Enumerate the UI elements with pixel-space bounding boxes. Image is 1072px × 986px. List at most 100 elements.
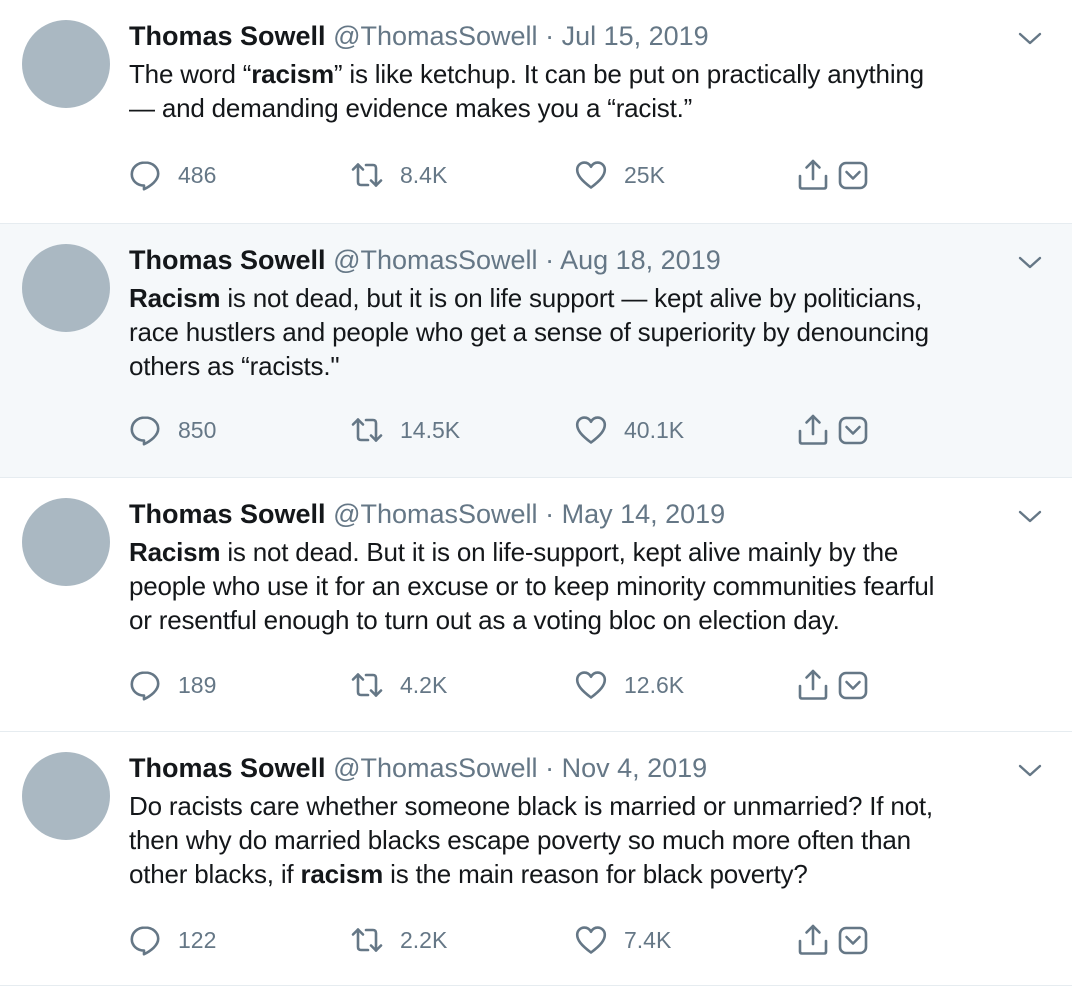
like-count: 7.4K <box>624 926 672 953</box>
share-button[interactable] <box>796 923 830 957</box>
more-options-button[interactable] <box>836 923 870 957</box>
tweet-actions: 122 2.2K 7.4K <box>128 923 1028 957</box>
like-button[interactable]: 40.1K <box>574 413 684 447</box>
author-handle[interactable]: @ThomasSowell <box>333 245 537 275</box>
like-count: 25K <box>624 161 665 188</box>
bold-keyword: racism <box>251 59 334 89</box>
chevron-down-icon[interactable] <box>1016 506 1044 526</box>
like-button[interactable]: 12.6K <box>574 668 684 702</box>
share-icon <box>796 413 830 447</box>
tweet[interactable]: Thomas Sowell @ThomasSowell · May 14, 20… <box>0 478 1072 732</box>
author-handle[interactable]: @ThomasSowell <box>333 499 537 529</box>
tweet-header: Thomas Sowell @ThomasSowell · Jul 15, 20… <box>129 19 709 53</box>
retweet-count: 8.4K <box>400 161 448 188</box>
caret-down-icon <box>836 668 870 702</box>
text-segment: is not dead. But it is on life-support, … <box>129 537 935 635</box>
tweet-header: Thomas Sowell @ThomasSowell · May 14, 20… <box>129 497 725 531</box>
avatar[interactable] <box>22 498 110 586</box>
caret-down-icon <box>836 923 870 957</box>
retweet-icon <box>350 923 384 957</box>
retweet-count: 14.5K <box>400 416 461 443</box>
tweet-date[interactable]: May 14, 2019 <box>562 499 726 529</box>
reply-icon <box>128 413 162 447</box>
avatar[interactable] <box>22 20 110 108</box>
chevron-down-icon[interactable] <box>1016 252 1044 272</box>
reply-count: 850 <box>178 416 217 443</box>
like-button[interactable]: 25K <box>574 158 665 192</box>
tweet-date[interactable]: Jul 15, 2019 <box>562 21 709 51</box>
tweet[interactable]: Thomas Sowell @ThomasSowell · Nov 4, 201… <box>0 732 1072 986</box>
caret-down-icon <box>836 158 870 192</box>
caret-down-icon <box>836 413 870 447</box>
tweet-text: The word “racism” is like ketchup. It ca… <box>129 57 1049 125</box>
heart-icon <box>574 668 608 702</box>
tweet-text: Racism is not dead. But it is on life-su… <box>129 535 1049 637</box>
share-icon <box>796 668 830 702</box>
tweet-actions: 850 14.5K 40.1K <box>128 413 1028 447</box>
retweet-count: 2.2K <box>400 926 448 953</box>
heart-icon <box>574 413 608 447</box>
separator-dot: · <box>545 245 555 275</box>
tweet-text: Do racists care whether someone black is… <box>129 789 1049 891</box>
reply-button[interactable]: 850 <box>128 413 216 447</box>
share-icon <box>796 923 830 957</box>
retweet-button[interactable]: 8.4K <box>350 158 447 192</box>
retweet-button[interactable]: 14.5K <box>350 413 460 447</box>
retweet-icon <box>350 668 384 702</box>
tweet[interactable]: Thomas Sowell @ThomasSowell · Jul 15, 20… <box>0 0 1072 224</box>
author-name[interactable]: Thomas Sowell <box>129 753 326 783</box>
reply-count: 122 <box>178 926 217 953</box>
heart-icon <box>574 923 608 957</box>
retweet-button[interactable]: 2.2K <box>350 923 447 957</box>
tweet-date[interactable]: Nov 4, 2019 <box>562 753 708 783</box>
tweet-date[interactable]: Aug 18, 2019 <box>560 245 721 275</box>
retweet-count: 4.2K <box>400 671 448 698</box>
like-count: 40.1K <box>624 416 685 443</box>
author-handle[interactable]: @ThomasSowell <box>333 21 537 51</box>
share-button[interactable] <box>796 413 830 447</box>
heart-icon <box>574 158 608 192</box>
chevron-down-icon[interactable] <box>1016 760 1044 780</box>
retweet-icon <box>350 158 384 192</box>
tweet[interactable]: Thomas Sowell @ThomasSowell · Aug 18, 20… <box>0 224 1072 478</box>
text-segment: The word “ <box>129 59 252 89</box>
tweet-feed: Thomas Sowell @ThomasSowell · Jul 15, 20… <box>0 0 1072 986</box>
more-options-button[interactable] <box>836 158 870 192</box>
avatar[interactable] <box>22 752 110 840</box>
share-icon <box>796 158 830 192</box>
bold-keyword: Racism <box>129 283 221 313</box>
tweet-header: Thomas Sowell @ThomasSowell · Aug 18, 20… <box>129 243 721 277</box>
avatar[interactable] <box>22 244 110 332</box>
reply-count: 486 <box>178 161 217 188</box>
reply-button[interactable]: 486 <box>128 158 216 192</box>
tweet-actions: 486 8.4K 25K <box>128 158 1028 192</box>
reply-button[interactable]: 122 <box>128 923 216 957</box>
share-button[interactable] <box>796 668 830 702</box>
reply-icon <box>128 923 162 957</box>
author-handle[interactable]: @ThomasSowell <box>333 753 537 783</box>
author-name[interactable]: Thomas Sowell <box>129 499 326 529</box>
retweet-icon <box>350 413 384 447</box>
like-button[interactable]: 7.4K <box>574 923 671 957</box>
more-options-button[interactable] <box>836 668 870 702</box>
like-count: 12.6K <box>624 671 685 698</box>
reply-count: 189 <box>178 671 217 698</box>
separator-dot: · <box>545 499 555 529</box>
tweet-header: Thomas Sowell @ThomasSowell · Nov 4, 201… <box>129 751 707 785</box>
tweet-actions: 189 4.2K 12.6K <box>128 668 1028 702</box>
separator-dot: · <box>545 753 555 783</box>
chevron-down-icon[interactable] <box>1016 28 1044 48</box>
reply-button[interactable]: 189 <box>128 668 216 702</box>
tweet-text: Racism is not dead, but it is on life su… <box>129 281 1049 383</box>
more-options-button[interactable] <box>836 413 870 447</box>
reply-icon <box>128 158 162 192</box>
bold-keyword: racism <box>300 859 384 889</box>
share-button[interactable] <box>796 158 830 192</box>
text-segment: is the main reason for black poverty? <box>383 859 808 889</box>
separator-dot: · <box>545 21 555 51</box>
author-name[interactable]: Thomas Sowell <box>129 21 326 51</box>
retweet-button[interactable]: 4.2K <box>350 668 447 702</box>
text-segment: is not dead, but it is on life support —… <box>129 283 929 381</box>
author-name[interactable]: Thomas Sowell <box>129 245 326 275</box>
bold-keyword: Racism <box>129 537 221 567</box>
